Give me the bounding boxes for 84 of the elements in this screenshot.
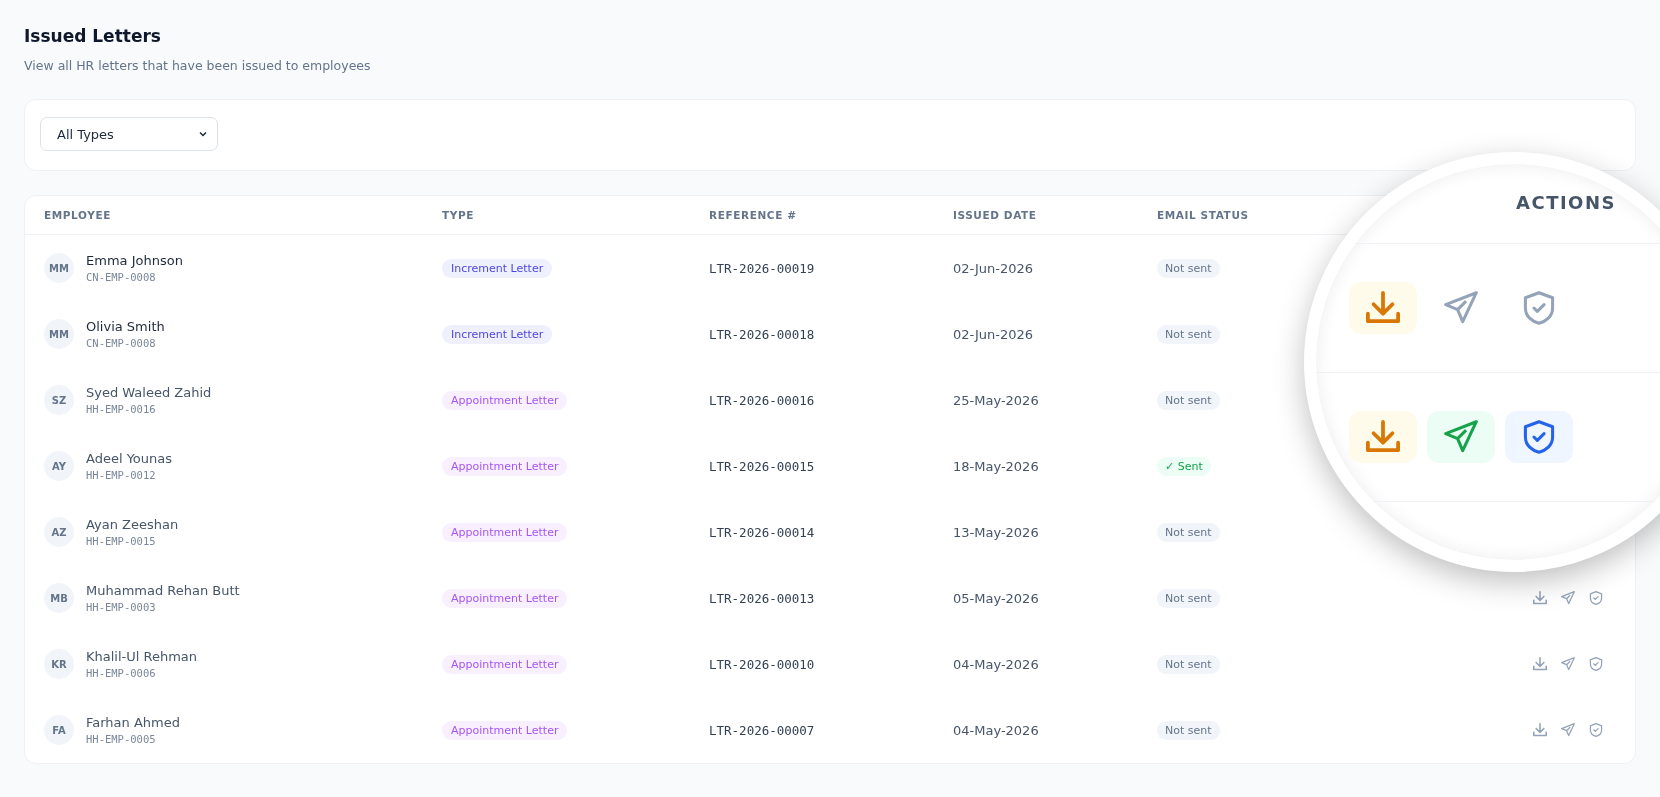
- avatar: AY: [44, 451, 74, 481]
- email-status-tag: Not sent: [1157, 258, 1220, 278]
- column-header: TYPE: [442, 209, 476, 221]
- download-icon: [1366, 420, 1400, 454]
- reference-number: LTR-2026-00007: [709, 722, 816, 738]
- issued-date: 18-May-2026: [953, 458, 1040, 474]
- employee-name: Khalil-Ul Rehman: [86, 649, 198, 664]
- reference-number: LTR-2026-00018: [709, 326, 816, 342]
- email-status-tag: Not sent: [1157, 588, 1220, 608]
- letter-type-tag: Appointment Letter: [442, 588, 568, 608]
- avatar: AZ: [44, 517, 74, 547]
- email-status-tag: Not sent: [1157, 522, 1220, 542]
- employee-code: CN-EMP-0008: [86, 337, 157, 349]
- download-button[interactable]: [1349, 411, 1417, 463]
- send-email-button[interactable]: [1427, 411, 1495, 463]
- column-header: ISSUED DATE: [953, 209, 1038, 221]
- employee-code: HH-EMP-0015: [86, 535, 157, 547]
- email-status-tag: Not sent: [1157, 390, 1220, 410]
- employee-code: HH-EMP-0006: [86, 667, 157, 679]
- avatar: MM: [44, 253, 74, 283]
- letter-type-tag: Increment Letter: [442, 258, 553, 278]
- employee-name: Farhan Ahmed: [86, 715, 180, 730]
- employee-code: HH-EMP-0003: [86, 601, 157, 613]
- employee-name: Adeel Younas: [86, 451, 173, 466]
- employee-name: Emma Johnson: [86, 253, 183, 268]
- issued-date: 04-May-2026: [953, 722, 1040, 738]
- download-icon: [1533, 591, 1547, 605]
- verify-button[interactable]: [1505, 411, 1573, 463]
- issued-date: 13-May-2026: [953, 524, 1040, 540]
- actions-header: ACTIONS: [1516, 192, 1616, 213]
- shield-check-icon: [1522, 291, 1556, 325]
- avatar: KR: [44, 649, 74, 679]
- page-subtitle: View all HR letters that have been issued to employees: [24, 58, 372, 73]
- letter-type-tag: Appointment Letter: [442, 522, 568, 542]
- avatar: SZ: [44, 385, 74, 415]
- employee-name: Muhammad Rehan Butt: [86, 583, 240, 598]
- reference-number: LTR-2026-00014: [709, 524, 816, 540]
- reference-number: LTR-2026-00010: [709, 656, 816, 672]
- employee-name: Ayan Zeeshan: [86, 517, 179, 532]
- column-header: EMPLOYEE: [44, 209, 112, 221]
- letter-type-tag: Appointment Letter: [442, 390, 568, 410]
- shield-check-icon: [1589, 591, 1603, 605]
- avatar: FA: [44, 715, 74, 745]
- employee-name: Olivia Smith: [86, 319, 165, 334]
- avatar: MB: [44, 583, 74, 613]
- send-icon: [1561, 591, 1575, 605]
- type-select[interactable]: All Types: [40, 117, 218, 151]
- employee-name: Syed Waleed Zahid: [86, 385, 212, 400]
- shield-check-icon: [1589, 723, 1603, 737]
- email-status-tag: Not sent: [1157, 720, 1220, 740]
- issued-date: 04-May-2026: [953, 656, 1040, 672]
- column-header: EMAIL STATUS: [1157, 209, 1250, 221]
- reference-number: LTR-2026-00016: [709, 392, 816, 408]
- send-icon: [1444, 420, 1478, 454]
- issued-date: 02-Jun-2026: [953, 326, 1035, 342]
- download-button[interactable]: [1349, 282, 1417, 334]
- email-status-tag: ✓ Sent: [1157, 456, 1211, 476]
- column-header: REFERENCE #: [709, 209, 798, 221]
- email-status-tag: Not sent: [1157, 654, 1220, 674]
- send-icon: [1561, 723, 1575, 737]
- letter-type-tag: Appointment Letter: [442, 654, 568, 674]
- letter-type-tag: Appointment Letter: [442, 720, 568, 740]
- send-icon: [1561, 657, 1575, 671]
- employee-code: HH-EMP-0012: [86, 469, 157, 481]
- employee-code: HH-EMP-0005: [86, 733, 157, 745]
- avatar: MM: [44, 319, 74, 349]
- email-status-tag: Not sent: [1157, 324, 1220, 344]
- letter-type-tag: Appointment Letter: [442, 456, 568, 476]
- issued-date: 25-May-2026: [953, 392, 1040, 408]
- reference-number: LTR-2026-00013: [709, 590, 816, 606]
- download-icon: [1533, 723, 1547, 737]
- letter-type-tag: Increment Letter: [442, 324, 553, 344]
- reference-number: LTR-2026-00019: [709, 260, 816, 276]
- employee-code: CN-EMP-0008: [86, 271, 157, 283]
- issued-date: 05-May-2026: [953, 590, 1040, 606]
- issued-date: 02-Jun-2026: [953, 260, 1035, 276]
- download-icon: [1533, 657, 1547, 671]
- shield-check-icon: [1522, 420, 1556, 454]
- send-icon: [1444, 291, 1478, 325]
- reference-number: LTR-2026-00015: [709, 458, 816, 474]
- download-icon: [1366, 291, 1400, 325]
- employee-code: HH-EMP-0016: [86, 403, 157, 415]
- shield-check-icon: [1589, 657, 1603, 671]
- page-title: Issued Letters: [24, 26, 162, 46]
